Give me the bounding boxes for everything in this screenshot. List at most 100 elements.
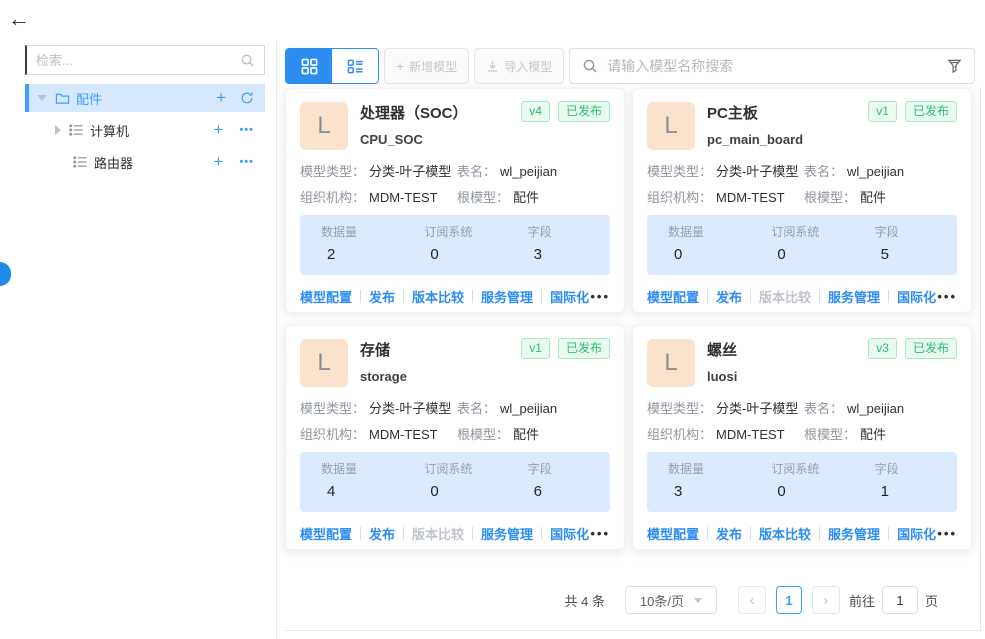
stat-label-data-count: 数据量 xyxy=(668,225,750,239)
drawer-toggle-handle[interactable] xyxy=(0,262,11,286)
search-icon xyxy=(582,58,598,74)
page-number-button[interactable]: 1 xyxy=(776,586,802,614)
next-page-button[interactable]: › xyxy=(812,586,840,614)
import-model-button[interactable]: 导入模型 xyxy=(474,48,564,84)
model-title: 处理器（SOC） xyxy=(360,105,468,122)
filter-icon[interactable] xyxy=(947,58,962,74)
table-label: 表名： xyxy=(457,400,496,418)
stat-value-fields: 3 xyxy=(528,247,610,263)
tree-node-peijian[interactable]: 配件 + xyxy=(25,84,265,112)
action-model-config[interactable]: 模型配置 xyxy=(647,524,699,543)
action-model-config[interactable]: 模型配置 xyxy=(647,287,699,306)
prev-page-button[interactable]: ‹ xyxy=(738,586,766,614)
back-icon[interactable]: ← xyxy=(8,6,30,32)
page-size-select[interactable]: 10条/页 xyxy=(625,586,717,614)
model-type-value: 分类-叶子模型 xyxy=(716,400,798,418)
more-actions-icon[interactable]: ••• xyxy=(590,529,610,539)
root-model-label: 根模型： xyxy=(457,189,509,207)
more-actions-icon[interactable]: ••• xyxy=(590,292,610,302)
stat-label-data-count: 数据量 xyxy=(321,462,403,476)
model-card[interactable]: L 存储 storage v1 已发布 模型类型：分类-叶子模型 表名：wl_p… xyxy=(285,325,625,550)
card-header: L PC主板 pc_main_board v1 已发布 xyxy=(647,102,957,150)
model-card[interactable]: L PC主板 pc_main_board v1 已发布 模型类型：分类-叶子模型… xyxy=(632,88,972,313)
action-publish[interactable]: 发布 xyxy=(369,524,395,543)
stat-value-data-count: 4 xyxy=(321,484,403,500)
toolbar: + 新增模型 导入模型 xyxy=(285,48,975,84)
stat-label-data-count: 数据量 xyxy=(321,225,403,239)
stat-value-data-count: 3 xyxy=(668,484,750,500)
stat-value-subscribers: 0 xyxy=(771,247,853,263)
org-value: MDM-TEST xyxy=(369,426,438,444)
action-publish[interactable]: 发布 xyxy=(716,287,742,306)
tree-node-luyouqi[interactable]: 路由器 + ••• xyxy=(25,148,265,176)
action-model-config[interactable]: 模型配置 xyxy=(300,287,352,306)
avatar: L xyxy=(300,102,348,150)
more-actions-icon[interactable]: ••• xyxy=(937,292,957,302)
card-view-toggle[interactable] xyxy=(286,49,332,83)
more-actions-icon[interactable]: ••• xyxy=(937,529,957,539)
model-title: 螺丝 xyxy=(707,342,737,359)
model-card-grid: L 处理器（SOC） CPU_SOC v4 已发布 模型类型：分类-叶子模型 表… xyxy=(285,88,972,550)
node-more-icon[interactable]: ••• xyxy=(239,124,254,136)
action-version-compare[interactable]: 版本比较 xyxy=(759,287,811,306)
stat-value-data-count: 2 xyxy=(321,247,403,263)
card-actions: 模型配置 发布 版本比较 服务管理 国际化 ••• xyxy=(647,287,957,306)
plus-icon: + xyxy=(396,60,404,72)
org-label: 组织机构： xyxy=(647,189,712,207)
action-service-manage[interactable]: 服务管理 xyxy=(828,524,880,543)
page-unit-label: 页 xyxy=(925,591,938,610)
refresh-icon[interactable] xyxy=(240,91,254,105)
table-value: wl_peijian xyxy=(847,163,904,181)
add-node-icon[interactable]: + xyxy=(216,90,226,106)
action-service-manage[interactable]: 服务管理 xyxy=(481,524,533,543)
caret-down-icon[interactable] xyxy=(37,95,47,101)
view-toggle-group xyxy=(285,48,379,84)
root-model-label: 根模型： xyxy=(804,426,856,444)
model-type-value: 分类-叶子模型 xyxy=(716,163,798,181)
action-publish[interactable]: 发布 xyxy=(369,287,395,306)
org-value: MDM-TEST xyxy=(716,426,785,444)
action-i18n[interactable]: 国际化 xyxy=(550,287,589,306)
model-card[interactable]: L 处理器（SOC） CPU_SOC v4 已发布 模型类型：分类-叶子模型 表… xyxy=(285,88,625,313)
list-view-toggle[interactable] xyxy=(332,49,378,83)
action-i18n[interactable]: 国际化 xyxy=(550,524,589,543)
model-card[interactable]: L 螺丝 luosi v3 已发布 模型类型：分类-叶子模型 表名：wl_pei… xyxy=(632,325,972,550)
tree-node-jisuanji[interactable]: 计算机 + ••• xyxy=(25,116,265,144)
model-type-label: 模型类型： xyxy=(647,400,712,418)
root-model-value: 配件 xyxy=(513,426,539,444)
action-service-manage[interactable]: 服务管理 xyxy=(828,287,880,306)
action-version-compare[interactable]: 版本比较 xyxy=(412,524,464,543)
action-model-config[interactable]: 模型配置 xyxy=(300,524,352,543)
model-search-input[interactable] xyxy=(607,58,938,74)
stat-label-subscribers: 订阅系统 xyxy=(771,225,853,239)
goto-page-input[interactable] xyxy=(882,586,918,614)
search-icon xyxy=(240,53,255,68)
stat-label-data-count: 数据量 xyxy=(668,462,750,476)
import-model-label: 导入模型 xyxy=(504,58,552,75)
org-label: 组织机构： xyxy=(300,189,365,207)
add-model-button[interactable]: + 新增模型 xyxy=(384,48,469,84)
root-model-value: 配件 xyxy=(860,189,886,207)
status-badge: 已发布 xyxy=(558,101,610,122)
add-node-icon[interactable]: + xyxy=(214,154,224,170)
card-header: L 处理器（SOC） CPU_SOC v4 已发布 xyxy=(300,102,610,150)
list-view-icon xyxy=(347,58,364,75)
action-i18n[interactable]: 国际化 xyxy=(897,524,936,543)
action-i18n[interactable]: 国际化 xyxy=(897,287,936,306)
org-label: 组织机构： xyxy=(647,426,712,444)
stat-value-fields: 1 xyxy=(875,484,957,500)
action-version-compare[interactable]: 版本比较 xyxy=(759,524,811,543)
caret-right-icon[interactable] xyxy=(55,125,61,135)
chevron-down-icon xyxy=(694,598,702,603)
model-search-box xyxy=(569,48,975,84)
action-service-manage[interactable]: 服务管理 xyxy=(481,287,533,306)
action-version-compare[interactable]: 版本比较 xyxy=(412,287,464,306)
action-publish[interactable]: 发布 xyxy=(716,524,742,543)
avatar: L xyxy=(300,339,348,387)
stat-label-subscribers: 订阅系统 xyxy=(424,225,506,239)
add-node-icon[interactable]: + xyxy=(214,122,224,138)
node-more-icon[interactable]: ••• xyxy=(239,156,254,168)
tree-search-input[interactable] xyxy=(36,53,240,68)
download-icon xyxy=(486,60,499,73)
table-label: 表名： xyxy=(457,163,496,181)
